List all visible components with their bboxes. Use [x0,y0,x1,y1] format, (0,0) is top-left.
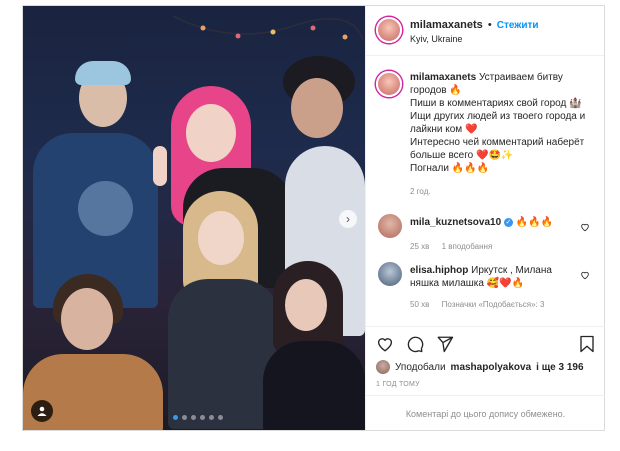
carousel-dot [218,415,223,420]
comment-body: mila_kuznetsova10 ✓ 🔥🔥🔥 [410,216,580,229]
caption-text: milamaxanets Устраиваем битву городов 🔥 … [410,71,600,175]
comment-body: elisa.hiphop Иркутск , Милана няшка мила… [410,264,580,290]
post-photo[interactable]: › [23,6,365,430]
post-actions: Уподобали mashapolyakova і ще 3 196 1 ГО… [366,326,605,430]
header-username[interactable]: milamaxanets [410,19,483,31]
carousel-dots [173,415,223,420]
comment-text: 🔥🔥🔥 [515,217,554,228]
likes-prefix: Уподобали [395,361,446,373]
verified-badge-icon: ✓ [503,217,513,227]
header-user-line: milamaxanets • Стежити [410,19,539,31]
person-tag-icon[interactable] [31,400,53,422]
comment-username[interactable]: elisa.hiphop [410,265,468,276]
comment-reply-likes[interactable]: Позначки «Подобається»: 3 [442,300,545,309]
instagram-post: › milamaxanets • Стежити Kyiv, Ukraine m… [22,5,605,431]
comment-avatar[interactable] [378,214,402,238]
comment-username[interactable]: mila_kuznetsova10 [410,217,501,228]
heart-icon[interactable] [580,222,590,235]
follow-button[interactable]: Стежити [497,20,539,31]
header-separator: • [487,19,492,31]
person-elf-girl [263,261,365,430]
caption-line-5: Погнали 🔥🔥🔥 [410,163,490,174]
chevron-right-icon[interactable]: › [339,210,357,228]
comment-meta: 50 хв Позначки «Подобається»: 3 [410,300,554,309]
action-icons [376,335,454,358]
post-sidebar: milamaxanets • Стежити Kyiv, Ukraine mil… [365,6,605,430]
carousel-dot [200,415,205,420]
caption-avatar[interactable] [376,71,402,97]
comment-meta: 25 хв 1 вподобання [410,242,502,251]
post-timestamp[interactable]: 1 ГОД ТОМУ [376,381,420,388]
comment-icon[interactable] [406,335,424,358]
comment-time[interactable]: 25 хв [410,242,429,251]
post-header: milamaxanets • Стежити Kyiv, Ukraine [366,6,604,56]
avatar[interactable] [376,360,390,374]
likes-summary: Уподобали mashapolyakova і ще 3 196 [376,360,584,374]
location-link[interactable]: Kyiv, Ukraine [410,34,462,44]
comment-likes[interactable]: 1 вподобання [442,242,493,251]
caption-time[interactable]: 2 год. [410,187,431,196]
likes-user[interactable]: mashapolyakova [451,362,532,373]
share-icon[interactable] [436,335,454,358]
caption-username[interactable]: milamaxanets [410,72,476,83]
heart-icon[interactable] [580,270,590,283]
comment-avatar[interactable] [378,262,402,286]
caption-line-4: Интересно чей комментарий наберёт больше… [410,137,585,161]
carousel-dot [209,415,214,420]
carousel-dot [182,415,187,420]
avatar[interactable] [376,17,402,43]
comments-limited-notice: Коментарі до цього допису обмежено. [366,395,605,431]
bookmark-icon[interactable] [579,335,595,358]
comment-time[interactable]: 50 хв [410,300,429,309]
carousel-dot [173,415,178,420]
caption-line-3: Ищи других людей из твоего города и лайк… [410,111,586,135]
heart-icon[interactable] [376,335,394,358]
carousel-dot [191,415,196,420]
likes-others[interactable]: і ще 3 196 [536,362,583,373]
caption-line-2: Пиши в комментариях свой город 🏰 [410,98,582,109]
